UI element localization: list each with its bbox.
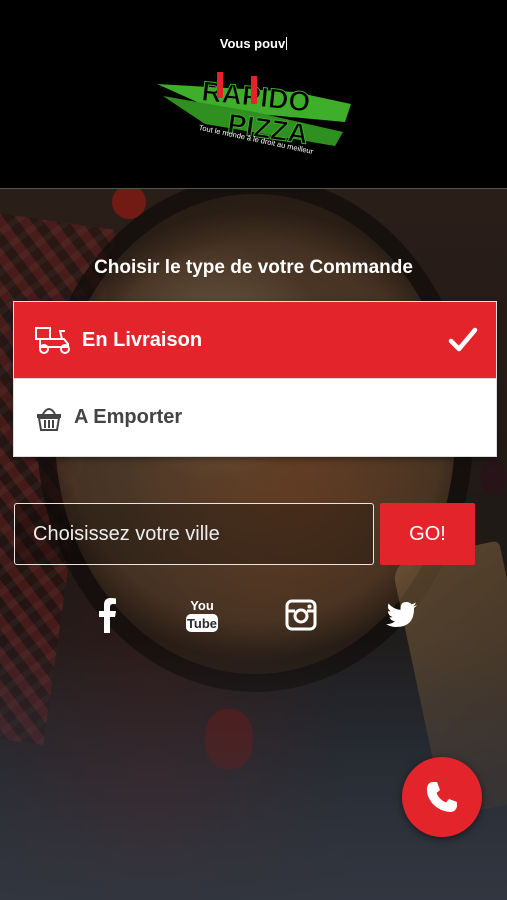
- order-type-selector: En Livraison A Emporter: [13, 301, 497, 457]
- basket-icon: [34, 402, 68, 434]
- twitter-icon[interactable]: [382, 595, 422, 635]
- phone-icon: [426, 782, 457, 812]
- rapido-pizza-logo: RAPIDO PIZZA Tout le monde à le droit au…: [157, 72, 351, 156]
- svg-text:You: You: [190, 598, 214, 613]
- city-select-input[interactable]: Choisissez votre ville: [14, 503, 374, 565]
- call-button[interactable]: [402, 757, 482, 837]
- instagram-icon[interactable]: [281, 595, 321, 635]
- option-delivery-label: En Livraison: [82, 328, 203, 351]
- city-placeholder: Choisissez votre ville: [33, 522, 220, 545]
- option-takeaway-label: A Emporter: [74, 406, 183, 428]
- go-button[interactable]: GO!: [380, 503, 475, 565]
- app-header: Vous pouv RAPIDO PIZZA Tout le monde à l…: [0, 0, 507, 189]
- typing-text: Vous pouv: [219, 36, 288, 51]
- facebook-icon[interactable]: [87, 595, 127, 635]
- checkmark-icon: [448, 327, 478, 352]
- option-delivery[interactable]: En Livraison: [14, 302, 496, 379]
- order-type-heading: Choisir le type de votre Commande: [94, 257, 413, 278]
- option-takeaway[interactable]: A Emporter: [14, 379, 496, 456]
- delivery-scooter-icon: [34, 324, 76, 356]
- youtube-icon[interactable]: You Tube: [182, 595, 222, 635]
- svg-text:Tube: Tube: [187, 616, 217, 631]
